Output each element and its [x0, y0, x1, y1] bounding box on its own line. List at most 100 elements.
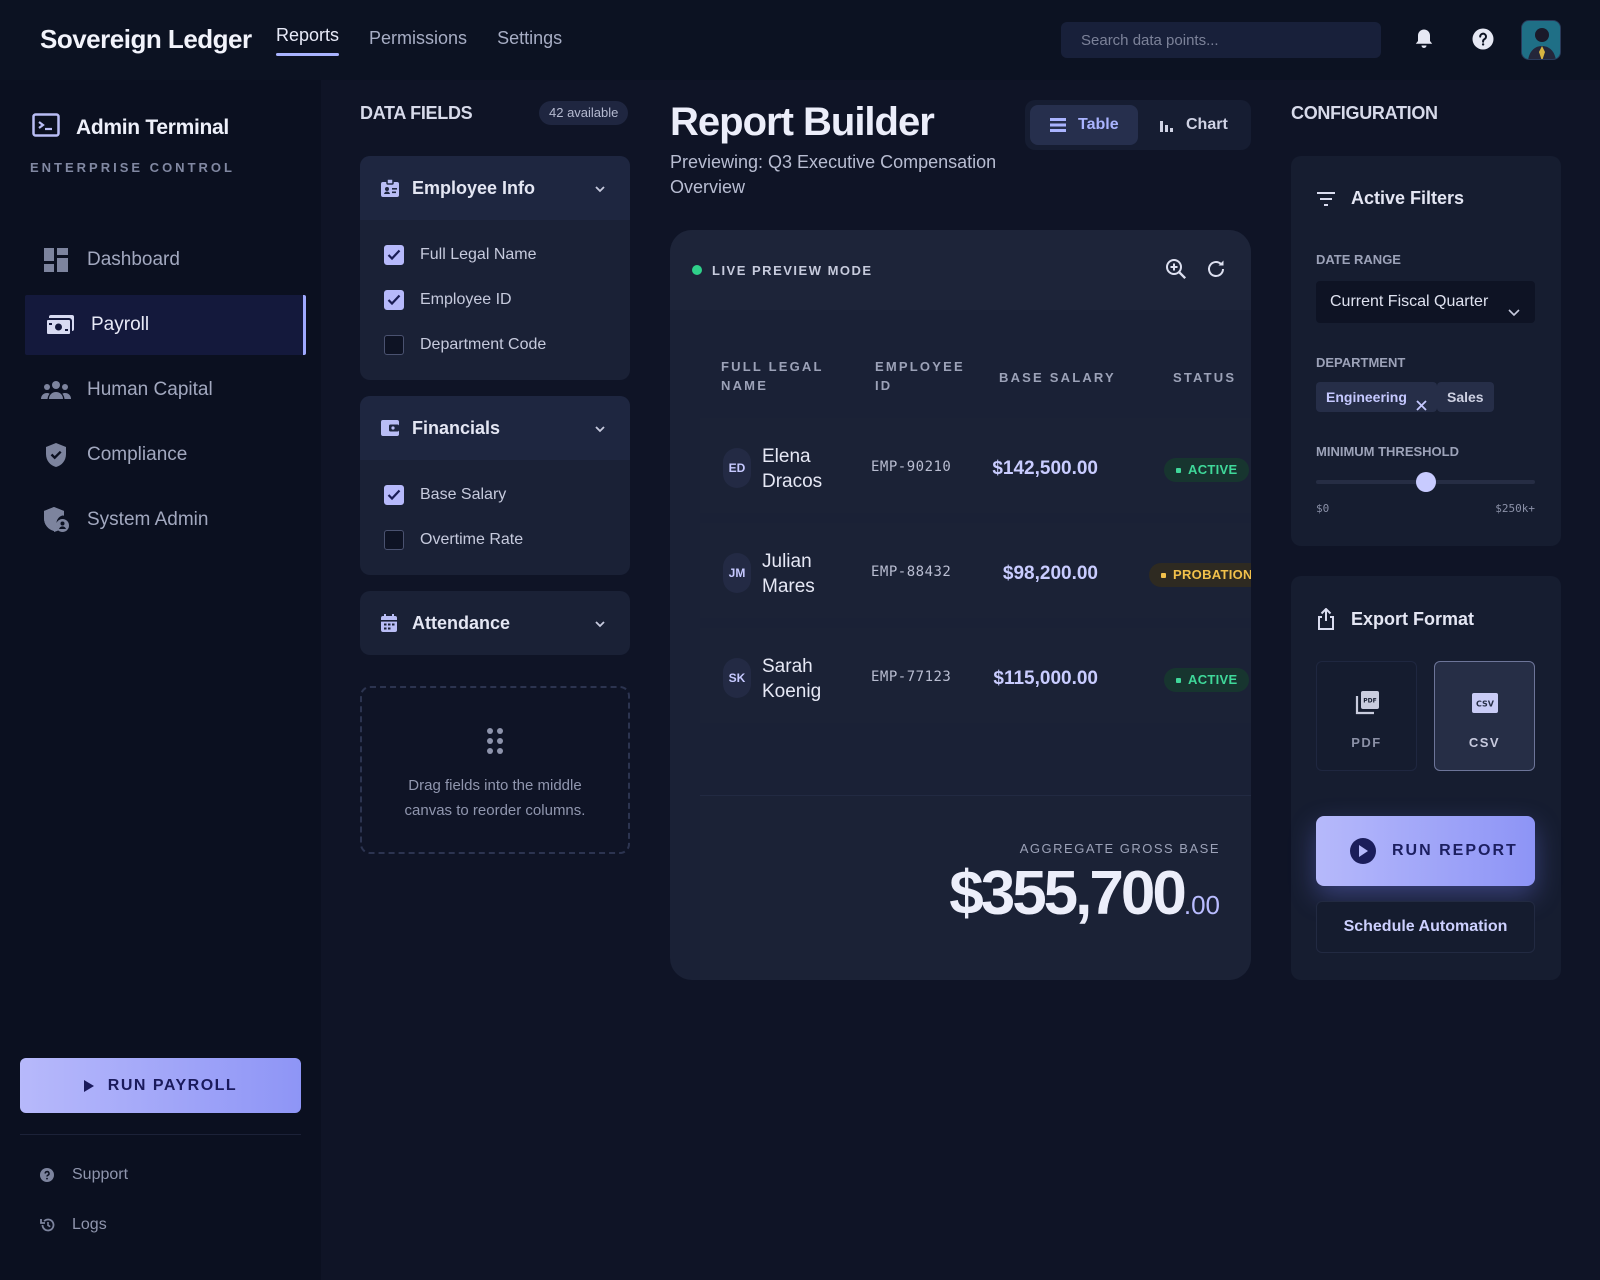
- field-department-code[interactable]: Department Code: [360, 322, 630, 367]
- share-icon: [1317, 608, 1337, 630]
- run-report-button[interactable]: RUN REPORT: [1316, 816, 1535, 886]
- user-avatar[interactable]: [1521, 20, 1561, 60]
- minimum-threshold-label: MINIMUM THRESHOLD: [1316, 444, 1459, 459]
- drag-handle-icon: [486, 727, 504, 760]
- table-row[interactable]: SK Sarah Koenig EMP-77123 $115,000.00 ACT…: [700, 628, 1251, 723]
- avatar: ED: [723, 448, 751, 488]
- sidebar-header: Admin Terminal: [32, 113, 229, 142]
- top-bar: Sovereign Ledger Reports Permissions Set…: [0, 0, 1600, 80]
- nav-reports[interactable]: Reports: [276, 0, 340, 80]
- sidebar-item-dashboard[interactable]: Dashboard: [25, 230, 306, 290]
- status-badge: ACTIVE: [1164, 668, 1250, 692]
- format-csv-button[interactable]: CSV CSV: [1434, 661, 1535, 771]
- nav-permissions[interactable]: Permissions: [369, 0, 467, 80]
- table-icon: [1050, 118, 1066, 132]
- format-pdf-button[interactable]: PDF PDF: [1316, 661, 1417, 771]
- checkbox-unchecked[interactable]: [384, 334, 404, 355]
- admin-shield-icon: [41, 505, 71, 535]
- table-row[interactable]: JM Julian Mares EMP-88432 $98,200.00 PROB…: [700, 523, 1251, 618]
- field-overtime-rate[interactable]: Overtime Rate: [360, 517, 630, 562]
- employee-id: EMP-77123: [871, 669, 952, 685]
- sidebar-item-compliance[interactable]: Compliance: [25, 425, 306, 485]
- view-table-label: Table: [1078, 116, 1119, 133]
- history-icon: [40, 1217, 58, 1233]
- bell-icon[interactable]: [1409, 24, 1439, 54]
- run-report-label: RUN REPORT: [1392, 842, 1518, 859]
- date-range-select[interactable]: Current Fiscal Quarter: [1316, 281, 1535, 323]
- chevron-down-icon: [594, 420, 606, 438]
- sidebar-support-link[interactable]: Support: [40, 1166, 128, 1184]
- shield-icon: [41, 440, 71, 470]
- field-group-header[interactable]: Employee Info: [360, 156, 630, 220]
- view-table-button[interactable]: Table: [1030, 105, 1138, 145]
- view-chart-button[interactable]: Chart: [1140, 105, 1246, 145]
- payments-icon: [45, 310, 75, 340]
- employee-name: Julian Mares: [762, 551, 815, 597]
- checkbox-checked[interactable]: [384, 289, 404, 310]
- view-chart-label: Chart: [1186, 116, 1228, 133]
- sidebar: Admin Terminal ENTERPRISE CONTROL Dashbo…: [0, 80, 321, 1280]
- nav-settings[interactable]: Settings: [497, 0, 562, 80]
- checkbox-unchecked[interactable]: [384, 529, 404, 550]
- page-title: Report Builder: [670, 100, 935, 144]
- field-label: Full Legal Name: [420, 245, 537, 263]
- view-toggle: Table Chart: [1025, 100, 1251, 150]
- active-filters-card: Active Filters DATE RANGE Current Fiscal…: [1291, 156, 1561, 546]
- csv-icon: CSV: [1471, 689, 1499, 717]
- field-label: Overtime Rate: [420, 530, 524, 548]
- help-icon[interactable]: [1468, 24, 1498, 54]
- sidebar-item-human-capital[interactable]: Human Capital: [25, 360, 306, 420]
- field-full-legal-name[interactable]: Full Legal Name: [360, 232, 630, 277]
- slider-handle[interactable]: [1415, 472, 1436, 492]
- search-input[interactable]: [1061, 22, 1381, 58]
- field-employee-id[interactable]: Employee ID: [360, 277, 630, 322]
- base-salary: $98,200.00: [1002, 563, 1098, 584]
- employee-id: EMP-90210: [871, 459, 952, 475]
- column-header-name[interactable]: FULL LEGAL NAME: [721, 357, 824, 395]
- refresh-icon[interactable]: [1203, 256, 1229, 282]
- table-row[interactable]: ED Elena Dracos EMP-90210 $142,500.00 ACT…: [700, 418, 1251, 513]
- export-format-title: Export Format: [1351, 608, 1475, 629]
- aggregate-label: AGGREGATE GROSS BASE: [1019, 841, 1220, 856]
- chevron-down-icon: [1507, 294, 1521, 336]
- checkbox-checked[interactable]: [384, 484, 404, 505]
- threshold-slider[interactable]: [1316, 472, 1535, 492]
- calendar-icon: [380, 613, 402, 633]
- avatar: JM: [723, 553, 751, 593]
- status-badge: PROBATION: [1149, 563, 1251, 587]
- play-circle-icon: [1350, 838, 1376, 864]
- department-tag-engineering[interactable]: Engineering: [1316, 382, 1437, 412]
- field-group-financials: Financials Base Salary Overtime Rate: [360, 396, 630, 575]
- field-group-header[interactable]: Attendance: [360, 591, 630, 655]
- configuration-title: CONFIGURATION: [1291, 103, 1438, 123]
- checkbox-checked[interactable]: [384, 244, 404, 265]
- column-header-employee-id[interactable]: EMPLOYEE ID: [875, 357, 965, 395]
- field-group-header[interactable]: Financials: [360, 396, 630, 460]
- field-group-label: Financials: [412, 417, 501, 438]
- chevron-down-icon: [594, 615, 606, 633]
- field-group-label: Employee Info: [412, 177, 536, 198]
- sidebar-title: Admin Terminal: [76, 115, 229, 139]
- brand-logo[interactable]: Sovereign Ledger: [40, 24, 252, 55]
- schedule-automation-button[interactable]: Schedule Automation: [1316, 901, 1535, 953]
- support-label: Support: [72, 1166, 129, 1183]
- run-payroll-button[interactable]: RUN PAYROLL: [20, 1058, 301, 1113]
- sidebar-item-label: Payroll: [91, 314, 150, 335]
- column-header-status[interactable]: STATUS: [1173, 368, 1236, 387]
- field-dropzone[interactable]: Drag fields into the middle canvas to re…: [360, 686, 630, 854]
- column-header-base-salary[interactable]: BASE SALARY: [999, 368, 1116, 387]
- dashboard-icon: [41, 245, 71, 275]
- close-icon[interactable]: [1416, 391, 1427, 421]
- sidebar-item-label: Dashboard: [87, 249, 180, 270]
- department-tag-sales[interactable]: Sales: [1437, 382, 1494, 412]
- sidebar-item-system-admin[interactable]: System Admin: [25, 490, 306, 550]
- export-format-header: Export Format: [1317, 608, 1474, 630]
- wallet-icon: [380, 418, 402, 438]
- employee-id: EMP-88432: [871, 564, 952, 580]
- sidebar-item-payroll[interactable]: Payroll: [25, 295, 306, 355]
- field-base-salary[interactable]: Base Salary: [360, 472, 630, 517]
- page-subtitle: Previewing: Q3 Executive Compensation Ov…: [670, 152, 997, 197]
- field-group-employee-info: Employee Info Full Legal Name Employee I…: [360, 156, 630, 380]
- zoom-in-icon[interactable]: [1163, 256, 1189, 282]
- sidebar-logs-link[interactable]: Logs: [40, 1216, 107, 1234]
